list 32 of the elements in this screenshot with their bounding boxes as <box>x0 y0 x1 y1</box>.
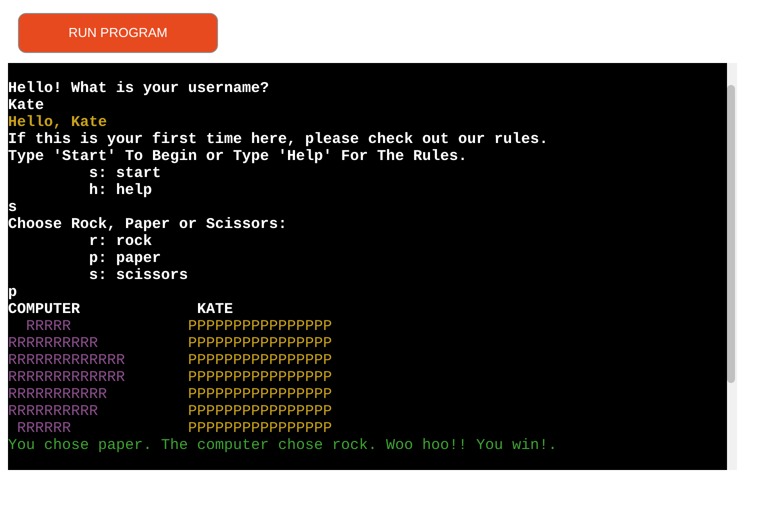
paper-art-text: PPPPPPPPPPPPPPPP <box>188 335 332 352</box>
rock-art-text: RRRRRRRRRR <box>8 403 100 420</box>
greeting-text: Hello, Kate <box>8 114 108 131</box>
prompt-text: Hello! What is your username? <box>8 80 270 97</box>
prompt-text: If this is your first time here, please check out our rules. <box>8 131 550 148</box>
rock-art-text: RRRRRRRRRRRRR <box>8 352 126 369</box>
scrollbar[interactable] <box>727 63 737 470</box>
paper-art-text: PPPPPPPPPPPPPPPP <box>188 386 332 403</box>
rock-art-text: RRRRRRRRRR <box>8 335 100 352</box>
prompt-text: Choose Rock, Paper or Scissors: <box>8 216 288 233</box>
prompt-text: r: rock <box>88 233 154 250</box>
result-text: You chose paper. The computer chose rock. Woo hoo!! You win!. <box>8 437 558 454</box>
column-heading: KATE <box>196 301 234 318</box>
run-program-button[interactable]: RUN PROGRAM <box>18 13 218 53</box>
prompt-text: h: help <box>88 182 154 199</box>
paper-art-text: PPPPPPPPPPPPPPPP <box>188 420 332 437</box>
prompt-text: s: scissors <box>88 267 190 284</box>
column-heading: COMPUTER <box>8 301 82 318</box>
prompt-text: Type 'Start' To Begin or Type 'Help' For The Rules. <box>8 148 468 165</box>
user-input-text: p <box>8 284 18 301</box>
rock-art-text: RRRRR <box>25 318 72 335</box>
paper-art-text: PPPPPPPPPPPPPPPP <box>188 352 332 369</box>
prompt-text: p: paper <box>88 250 162 267</box>
paper-art-text: PPPPPPPPPPPPPPPP <box>188 318 332 335</box>
rock-art-text: RRRRRRRRRRR <box>8 386 108 403</box>
rock-art-text: RRRRRR <box>16 420 72 437</box>
prompt-text: s: start <box>88 165 162 182</box>
paper-art-text: PPPPPPPPPPPPPPPP <box>188 403 332 420</box>
user-input-text: Kate <box>8 97 46 114</box>
rock-art-text: RRRRRRRRRRRRR <box>8 369 126 386</box>
paper-art-text: PPPPPPPPPPPPPPPP <box>188 369 332 386</box>
user-input-text: s <box>8 199 18 216</box>
